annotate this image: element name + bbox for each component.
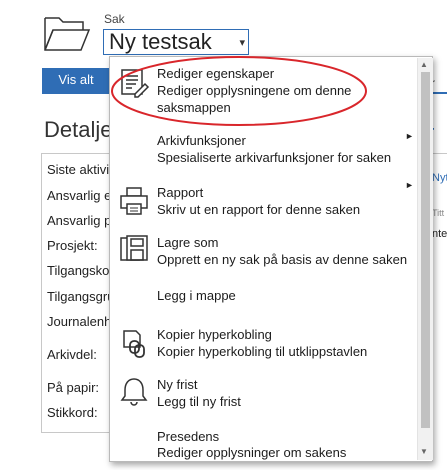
detail-label-access-group: Tilgangsgru [47,289,109,304]
case-label: Sak [104,12,125,26]
open-folder-icon [44,17,91,51]
detail-label-responsible-person: Ansvarlig p [47,213,109,228]
menu-item-title: Arkivfunksjoner [157,133,246,148]
copy-link-icon [123,330,145,358]
scroll-up-arrow-icon[interactable]: ▲ [420,60,428,69]
detail-label-archive-part: Arkivdel: [47,347,97,362]
highlight-ellipse-annotation [111,56,367,126]
detail-label-keywords: Stikkord: [47,405,98,420]
right-panel-value: nte [432,228,447,240]
menu-item-title: Kopier hyperkobling [157,327,272,342]
menu-item-title: Presedens [157,429,220,444]
chevron-down-icon: ▾ [239,37,245,49]
printer-icon [120,187,148,215]
case-title-text: Ny testsak [109,29,212,54]
menu-item-description: Rediger opplysninger om sakens [157,445,347,460]
detail-label-on-paper: På papir: [47,380,100,395]
detail-label-last-activity: Siste aktivit [47,162,109,177]
menu-item-description: Opprett en ny sak på basis av denne sake… [157,252,408,267]
scrollbar-thumb[interactable] [421,72,430,428]
detail-label-access-code: Tilgangsko [47,263,109,278]
menu-item-title: Legg i mappe [157,288,236,303]
submenu-arrow-icon: ► [405,131,414,141]
menu-item-title: Ny frist [157,377,198,392]
detail-label-journal-unit: Journalenh [47,314,109,329]
scroll-down-arrow-icon[interactable]: ▼ [420,447,428,456]
menu-item-description: Legg til ny frist [157,394,241,409]
detail-label-project: Prosjekt: [47,238,98,253]
menu-item-description: Kopier hyperkobling til utklippstavlen [157,344,368,359]
detail-label-responsible-unit: Ansvarlig e [47,188,109,203]
menu-item-description: Skriv ut en rapport for denne saken [157,202,361,217]
submenu-arrow-icon: ► [405,180,414,190]
menu-item-description: Spesialiserte arkivarfunksjoner for sake… [157,150,392,165]
case-title-dropdown[interactable]: Ny testsak ▾ [103,29,249,55]
right-panel-link[interactable]: Nyt [432,172,447,184]
menu-item-title: Lagre som [157,235,219,250]
menu-item-title: Rapport [157,185,204,200]
bell-icon [120,378,148,406]
details-section-title: Detalje [44,117,113,142]
menu-scrollbar[interactable]: ▲ ▼ [417,58,433,460]
tab-vis-alt[interactable]: Vis alt [42,68,110,92]
save-as-icon [120,235,148,261]
right-panel-label: Titt [432,208,445,218]
